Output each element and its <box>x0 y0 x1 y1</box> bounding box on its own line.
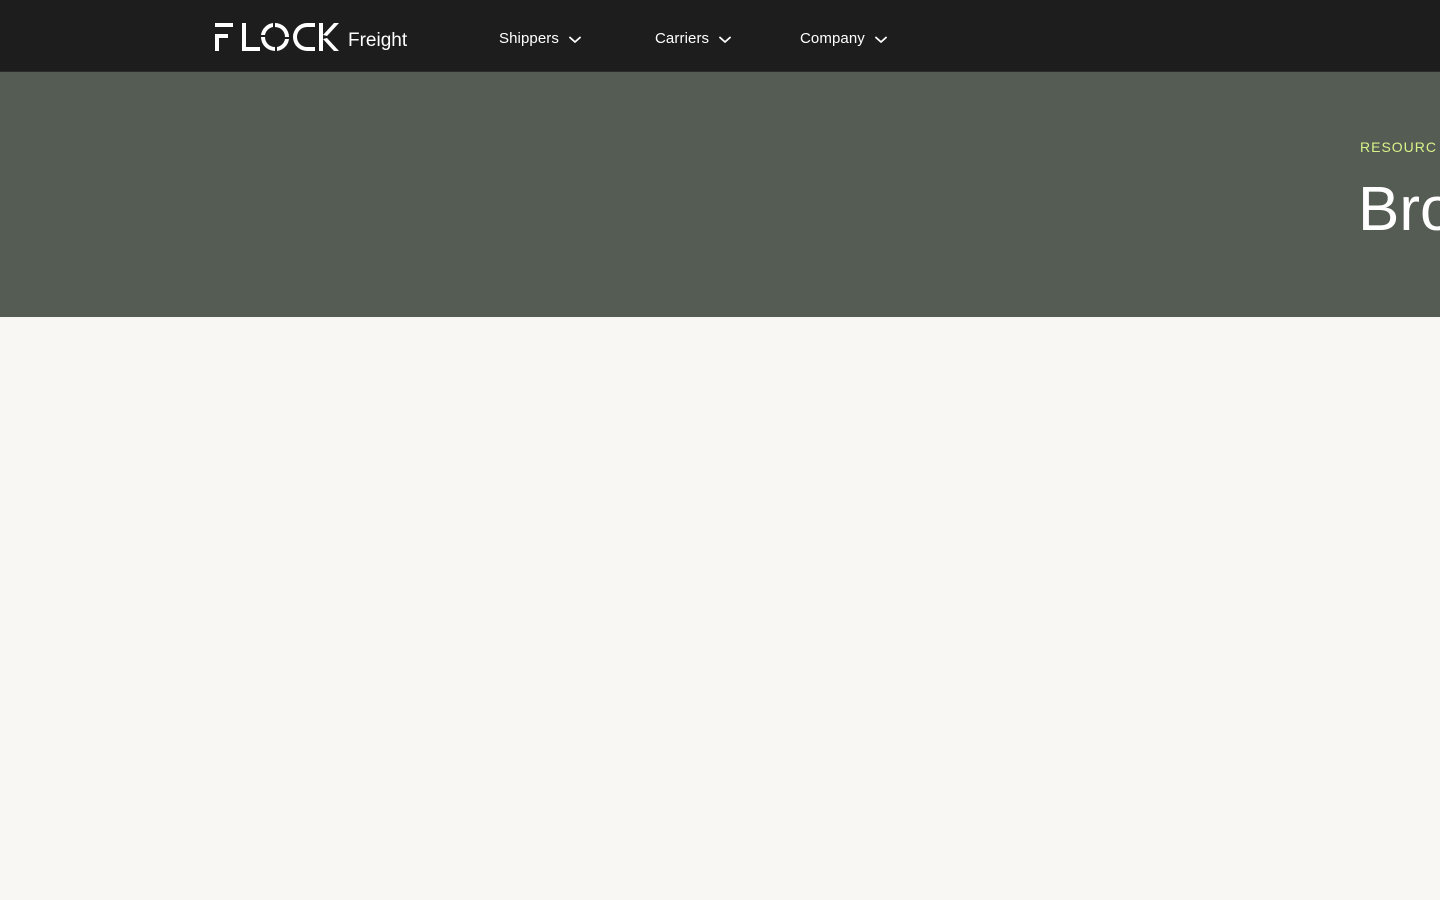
chevron-down-icon <box>719 36 732 43</box>
nav-item-shippers[interactable]: Shippers <box>499 30 581 47</box>
nav-item-label: Company <box>800 30 865 47</box>
flock-freight-logo[interactable]: Freight <box>215 19 407 51</box>
nav-item-label: Shippers <box>499 30 560 47</box>
hero-title: Bro <box>1358 175 1440 244</box>
nav-item-carriers[interactable]: Carriers <box>655 30 732 47</box>
hero-banner: RESOURC Bro <box>0 72 1440 317</box>
chevron-down-icon <box>569 36 581 43</box>
top-navigation-bar: Freight Shippers Carriers Company <box>0 0 1440 72</box>
nav-item-label: Carriers <box>655 30 710 47</box>
main-content-area <box>0 317 1440 900</box>
hero-eyebrow-label: RESOURC <box>1360 139 1438 155</box>
nav-item-company[interactable]: Company <box>800 30 887 47</box>
logo-subtitle: Freight <box>348 30 408 51</box>
flock-wordmark-logo <box>215 23 339 51</box>
chevron-down-icon <box>875 36 887 43</box>
